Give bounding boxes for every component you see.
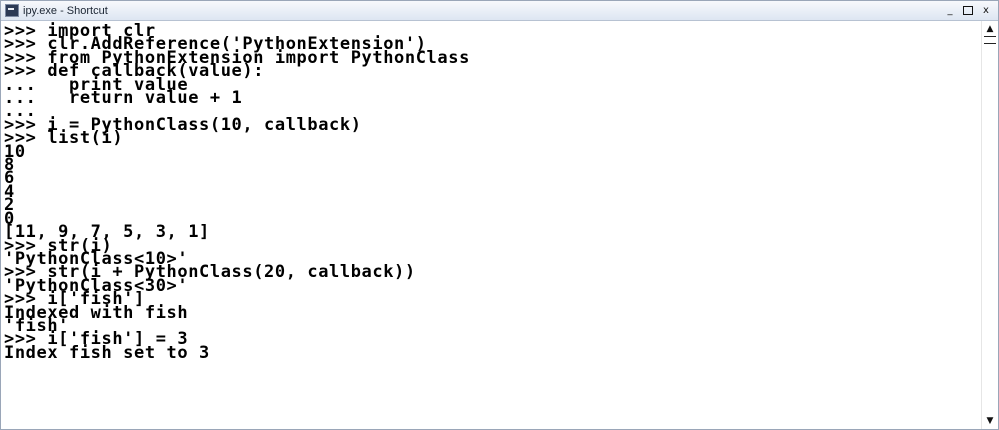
vertical-scrollbar[interactable]: ▲ ▼ — [981, 21, 998, 429]
console-line: 2 — [4, 195, 15, 216]
console-app-icon — [5, 4, 19, 17]
console-line: Indexed with fish — [4, 302, 189, 323]
console-line: 'PythonClass<30>' — [4, 275, 189, 296]
minimize-button[interactable]: _ — [942, 3, 958, 18]
console-output[interactable]: >>> import clr >>> clr.AddReference('Pyth… — [1, 21, 982, 429]
window-title: ipy.exe - Shortcut — [23, 4, 108, 17]
console-line: 8 — [4, 155, 15, 176]
scroll-down-arrow-icon[interactable]: ▼ — [984, 415, 996, 427]
console-window: ipy.exe - Shortcut _ x >>> import clr >>>… — [0, 0, 999, 430]
scroll-up-arrow-icon[interactable]: ▲ — [984, 23, 996, 35]
scrollbar-thumb[interactable] — [984, 36, 996, 44]
console-line: [11, 9, 7, 5, 3, 1] — [4, 222, 210, 243]
maximize-icon — [963, 6, 973, 15]
console-line: Index fish set to 3 — [4, 342, 210, 363]
window-controls: _ x — [942, 3, 994, 18]
console-line: 10 — [4, 141, 26, 162]
console-line: >>> i = PythonClass(10, callback) — [4, 114, 362, 135]
console-line: ... return value + 1 — [4, 88, 243, 109]
console-line: 4 — [4, 181, 15, 202]
console-line: 6 — [4, 168, 15, 189]
title-bar[interactable]: ipy.exe - Shortcut _ x — [1, 1, 998, 21]
maximize-button[interactable] — [960, 3, 976, 18]
close-button[interactable]: x — [978, 3, 994, 18]
